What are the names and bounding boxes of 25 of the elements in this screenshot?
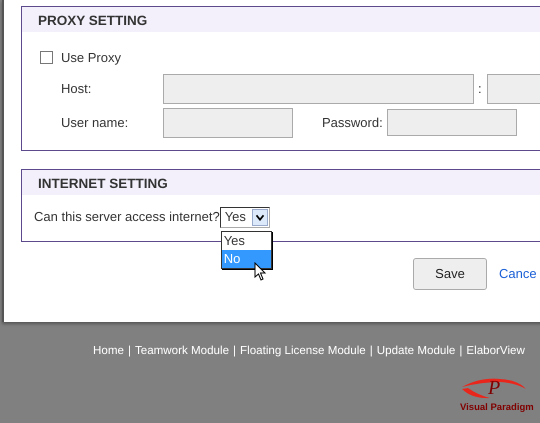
logo-mark: P <box>488 377 500 400</box>
footer-link[interactable]: Floating License Module <box>240 344 366 357</box>
footer-link[interactable]: Update Module <box>376 344 456 357</box>
separator-text: : <box>478 80 482 98</box>
section-title: INTERNET SETTING <box>22 170 540 194</box>
footer-link[interactable]: ElaborView <box>466 344 525 357</box>
field-label: Password: <box>322 114 383 132</box>
separator-text: | <box>128 344 131 357</box>
separator-text: | <box>459 344 462 357</box>
checkbox-label: Use Proxy <box>61 49 121 67</box>
separator-text: | <box>370 344 373 357</box>
dropdown-option[interactable]: Yes <box>222 232 271 250</box>
save-button[interactable]: Save <box>413 258 487 290</box>
chevron-down-icon[interactable] <box>252 208 268 226</box>
dropdown-option[interactable]: No <box>222 250 271 268</box>
field-label: User name: <box>61 114 130 132</box>
footer-link[interactable]: Teamwork Module <box>134 344 230 357</box>
footer-link[interactable]: Home <box>93 344 124 357</box>
cancel-link[interactable]: Cance <box>499 264 537 284</box>
field-label: Host: <box>61 80 92 98</box>
separator-text: | <box>233 344 236 357</box>
question-text: Can this server access internet? <box>34 208 220 226</box>
section-title: PROXY SETTING <box>22 7 540 32</box>
checkbox[interactable] <box>40 51 53 64</box>
select-value: Yes <box>224 208 246 226</box>
